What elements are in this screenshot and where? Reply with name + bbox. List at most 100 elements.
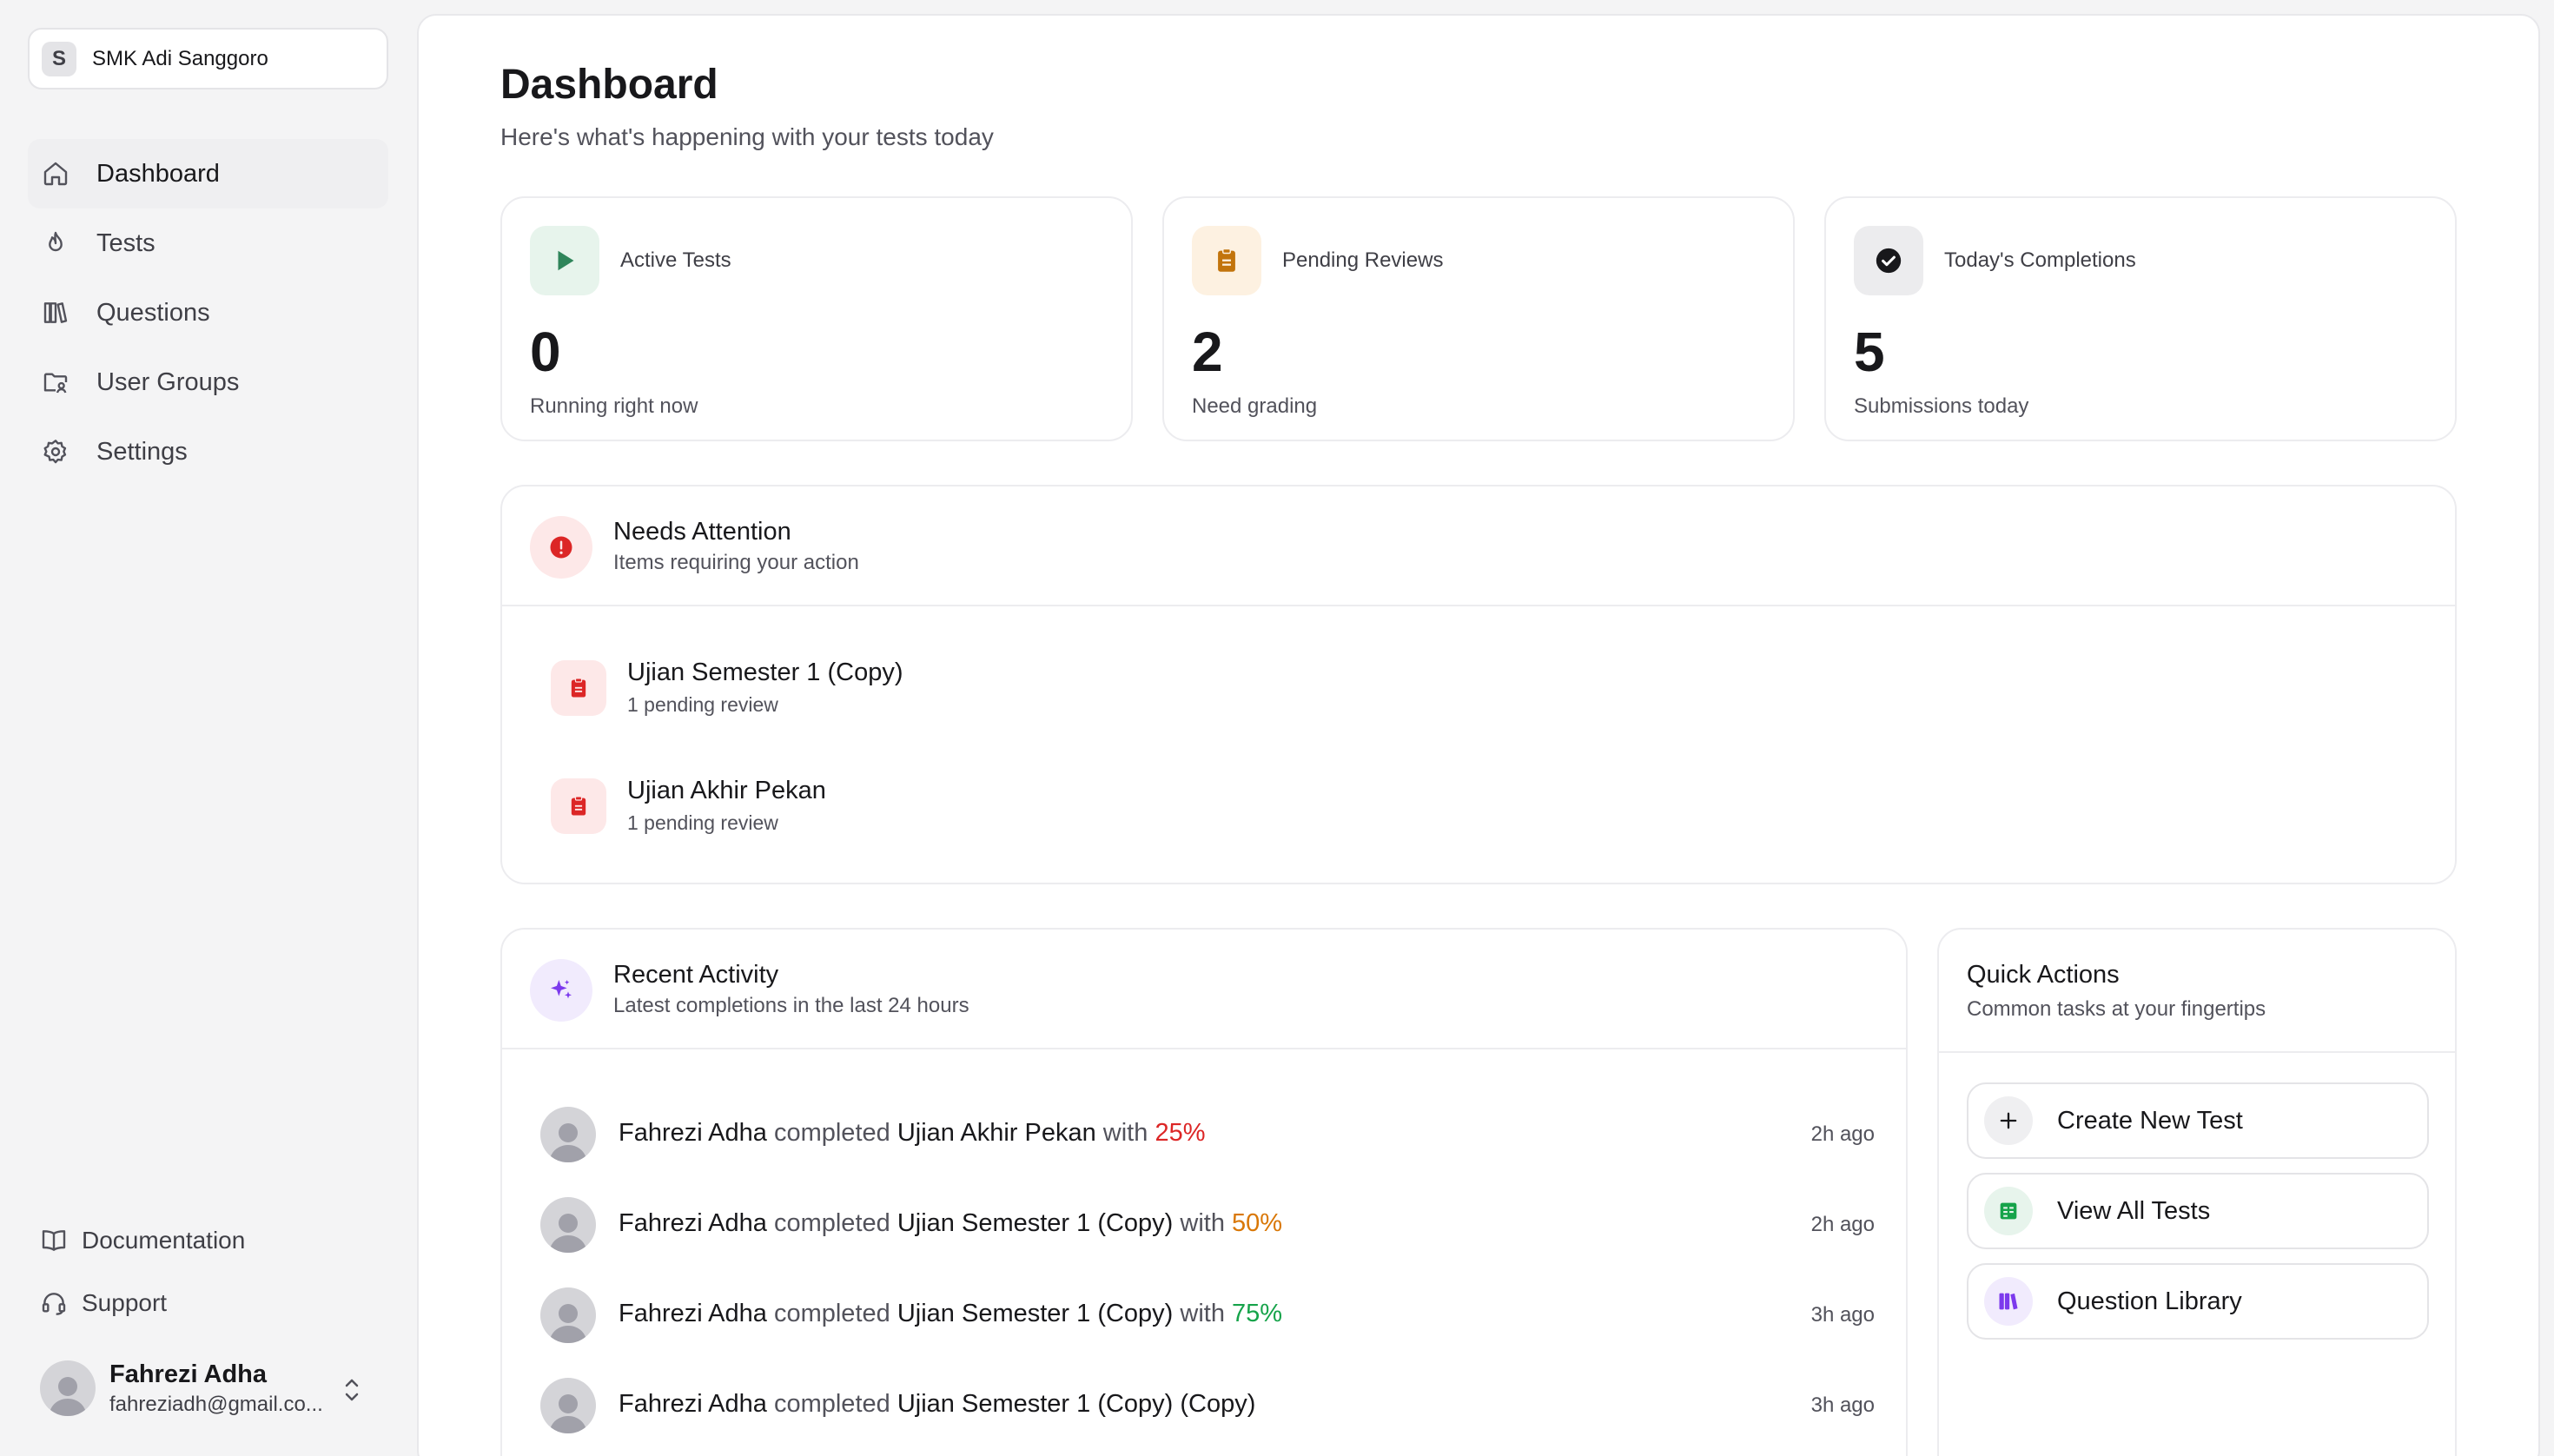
avatar bbox=[540, 1197, 596, 1253]
sparkles-icon bbox=[530, 959, 592, 1022]
nav-item-user-groups[interactable]: User Groups bbox=[28, 347, 388, 417]
stat-card-pending-reviews: Pending Reviews 2 Need grading bbox=[1162, 196, 1795, 441]
library-icon bbox=[1984, 1277, 2033, 1326]
org-name: SMK Adi Sanggoro bbox=[92, 47, 268, 71]
activity-row[interactable]: Fahrezi Adha completed Ujian Semester 1 … bbox=[540, 1287, 1875, 1347]
spreadsheet-icon bbox=[1984, 1187, 2033, 1235]
activity-with: with bbox=[1180, 1209, 1225, 1237]
activity-time: 2h ago bbox=[1811, 1122, 1875, 1147]
sidebar: S SMK Adi Sanggoro Dashboard Tests Quest… bbox=[0, 0, 417, 1456]
gear-icon bbox=[42, 438, 69, 466]
main-nav: Dashboard Tests Questions User Groups Se… bbox=[28, 139, 388, 486]
create-new-test-button[interactable]: Create New Test bbox=[1967, 1082, 2429, 1159]
nav-label: Settings bbox=[96, 438, 188, 467]
documentation-link[interactable]: Documentation bbox=[28, 1209, 388, 1272]
avatar bbox=[540, 1378, 596, 1433]
question-library-button[interactable]: Question Library bbox=[1967, 1263, 2429, 1340]
clipboard-icon bbox=[551, 660, 606, 716]
folder-users-icon bbox=[42, 368, 69, 396]
section-subtitle: Common tasks at your fingertips bbox=[1967, 997, 2266, 1022]
page-subtitle: Here's what's happening with your tests … bbox=[500, 123, 994, 151]
nav-label: Dashboard bbox=[96, 160, 220, 189]
section-title: Needs Attention bbox=[613, 518, 791, 546]
alert-icon bbox=[530, 516, 592, 579]
user-menu[interactable]: Fahrezi Adha fahreziadh@gmail.co... bbox=[28, 1348, 388, 1428]
clipboard-icon bbox=[551, 778, 606, 834]
avatar bbox=[40, 1360, 96, 1416]
plus-icon bbox=[1984, 1096, 2033, 1145]
section-subtitle: Latest completions in the last 24 hours bbox=[613, 994, 969, 1018]
button-label: View All Tests bbox=[2057, 1197, 2210, 1226]
library-icon bbox=[42, 299, 69, 327]
stat-value: 2 bbox=[1192, 320, 1223, 384]
activity-test: Ujian Semester 1 (Copy) bbox=[897, 1209, 1174, 1237]
stat-caption: Need grading bbox=[1192, 394, 1317, 419]
activity-row[interactable]: Fahrezi Adha completed Ujian Semester 1 … bbox=[540, 1197, 1875, 1256]
stat-card-todays-completions: Today's Completions 5 Submissions today bbox=[1824, 196, 2457, 441]
stat-value: 0 bbox=[530, 320, 561, 384]
attention-item[interactable]: Ujian Akhir Pekan 1 pending review bbox=[551, 777, 1419, 837]
headset-icon bbox=[40, 1289, 68, 1317]
button-label: Create New Test bbox=[2057, 1107, 2243, 1135]
stat-value: 5 bbox=[1854, 320, 1885, 384]
nav-item-questions[interactable]: Questions bbox=[28, 278, 388, 347]
activity-row[interactable]: Fahrezi Adha completed Ujian Akhir Pekan… bbox=[540, 1107, 1875, 1166]
activity-score: 75% bbox=[1232, 1300, 1282, 1327]
clipboard-icon bbox=[1192, 226, 1261, 295]
divider bbox=[1939, 1051, 2455, 1053]
stat-label: Pending Reviews bbox=[1282, 248, 1443, 273]
view-all-tests-button[interactable]: View All Tests bbox=[1967, 1173, 2429, 1249]
nav-item-settings[interactable]: Settings bbox=[28, 417, 388, 486]
nav-label: Tests bbox=[96, 229, 155, 258]
play-icon bbox=[530, 226, 599, 295]
chevron-up-down-icon[interactable] bbox=[340, 1374, 364, 1406]
activity-test: Ujian Akhir Pekan bbox=[897, 1119, 1096, 1147]
check-circle-icon bbox=[1854, 226, 1923, 295]
activity-time: 2h ago bbox=[1811, 1213, 1875, 1237]
activity-text: Fahrezi Adha completed Ujian Semester 1 … bbox=[619, 1300, 1282, 1328]
page-title: Dashboard bbox=[500, 61, 718, 109]
needs-attention-card: Needs Attention Items requiring your act… bbox=[500, 485, 2457, 884]
divider bbox=[502, 605, 2455, 606]
activity-test: Ujian Semester 1 (Copy) bbox=[897, 1300, 1174, 1327]
stat-label: Today's Completions bbox=[1944, 248, 2136, 273]
activity-user: Fahrezi Adha bbox=[619, 1209, 767, 1237]
section-subtitle: Items requiring your action bbox=[613, 551, 859, 575]
activity-user: Fahrezi Adha bbox=[619, 1390, 767, 1418]
flame-icon bbox=[42, 229, 69, 257]
attention-item-subtitle: 1 pending review bbox=[627, 811, 778, 835]
stat-card-active-tests: Active Tests 0 Running right now bbox=[500, 196, 1133, 441]
nav-label: User Groups bbox=[96, 368, 239, 397]
quick-actions-card: Quick Actions Common tasks at your finge… bbox=[1937, 928, 2457, 1456]
section-title: Recent Activity bbox=[613, 961, 778, 989]
activity-with: with bbox=[1180, 1300, 1225, 1327]
nav-item-tests[interactable]: Tests bbox=[28, 208, 388, 278]
activity-test: Ujian Semester 1 (Copy) (Copy) bbox=[897, 1390, 1256, 1418]
support-label: Support bbox=[82, 1289, 167, 1317]
activity-time: 3h ago bbox=[1811, 1393, 1875, 1418]
avatar bbox=[540, 1107, 596, 1162]
activity-text: Fahrezi Adha completed Ujian Semester 1 … bbox=[619, 1209, 1282, 1238]
activity-user: Fahrezi Adha bbox=[619, 1300, 767, 1327]
nav-item-dashboard[interactable]: Dashboard bbox=[28, 139, 388, 208]
activity-with: with bbox=[1103, 1119, 1148, 1147]
user-name: Fahrezi Adha bbox=[109, 1360, 335, 1389]
attention-item[interactable]: Ujian Semester 1 (Copy) 1 pending review bbox=[551, 659, 1419, 719]
divider bbox=[502, 1048, 1906, 1049]
nav-label: Questions bbox=[96, 299, 210, 328]
activity-score: 50% bbox=[1232, 1209, 1282, 1237]
support-link[interactable]: Support bbox=[28, 1272, 388, 1334]
activity-text: Fahrezi Adha completed Ujian Semester 1 … bbox=[619, 1390, 1255, 1419]
home-icon bbox=[42, 160, 69, 188]
attention-item-title: Ujian Semester 1 (Copy) bbox=[627, 659, 903, 687]
attention-item-title: Ujian Akhir Pekan bbox=[627, 777, 826, 805]
avatar bbox=[540, 1287, 596, 1343]
book-icon bbox=[40, 1227, 68, 1254]
section-title: Quick Actions bbox=[1967, 961, 2120, 989]
stat-caption: Submissions today bbox=[1854, 394, 2028, 419]
main-panel: Dashboard Here's what's happening with y… bbox=[417, 14, 2540, 1456]
activity-row[interactable]: Fahrezi Adha completed Ujian Semester 1 … bbox=[540, 1378, 1875, 1437]
org-switcher[interactable]: S SMK Adi Sanggoro bbox=[28, 28, 388, 89]
recent-activity-card: Recent Activity Latest completions in th… bbox=[500, 928, 1908, 1456]
activity-user: Fahrezi Adha bbox=[619, 1119, 767, 1147]
